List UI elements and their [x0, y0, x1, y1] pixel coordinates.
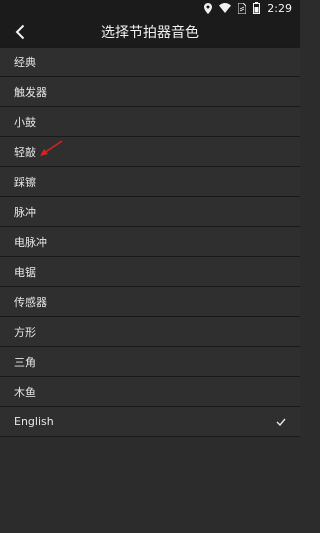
sound-option-8[interactable]: 传感器: [0, 287, 300, 317]
app-toolbar: 选择节拍器音色: [0, 16, 300, 47]
sound-option-label: English: [14, 415, 54, 428]
checkmark-icon: [276, 418, 286, 426]
sound-option-0[interactable]: 经典: [0, 47, 300, 77]
page-title: 选择节拍器音色: [101, 24, 199, 41]
sound-option-3[interactable]: 轻敲: [0, 137, 300, 167]
sound-option-label: 脉冲: [14, 205, 36, 219]
sound-option-label: 踩镲: [14, 175, 36, 189]
sound-option-12[interactable]: English: [0, 407, 300, 437]
sound-option-label: 方形: [14, 325, 36, 339]
location-icon: [204, 2, 213, 14]
sound-list: 经典触发器小鼓轻敲踩镲脉冲电脉冲电锯传感器方形三角木鱼 English: [0, 47, 300, 437]
sound-option-2[interactable]: 小鼓: [0, 107, 300, 137]
sound-option-label: 电脉冲: [14, 235, 47, 249]
status-time: 2:29: [267, 1, 292, 15]
sound-option-label: 三角: [14, 355, 36, 369]
sound-option-7[interactable]: 电锯: [0, 257, 300, 287]
status-bar: 2:29: [0, 0, 300, 16]
chevron-left-icon: [15, 24, 25, 39]
sound-option-label: 触发器: [14, 85, 47, 99]
sound-option-label: 传感器: [14, 295, 47, 309]
sound-option-11[interactable]: 木鱼: [0, 377, 300, 407]
sound-option-9[interactable]: 方形: [0, 317, 300, 347]
sim-icon: [238, 2, 247, 14]
sound-option-label: 小鼓: [14, 115, 36, 129]
back-button[interactable]: [0, 16, 40, 47]
sound-option-label: 木鱼: [14, 385, 36, 399]
wifi-icon: [219, 3, 232, 13]
sound-option-6[interactable]: 电脉冲: [0, 227, 300, 257]
sound-option-4[interactable]: 踩镲: [0, 167, 300, 197]
battery-icon: [253, 2, 261, 14]
sound-option-1[interactable]: 触发器: [0, 77, 300, 107]
sound-option-label: 轻敲: [14, 145, 36, 159]
sound-option-10[interactable]: 三角: [0, 347, 300, 377]
sound-option-label: 经典: [14, 56, 36, 69]
sound-option-label: 电锯: [14, 265, 36, 279]
sound-option-5[interactable]: 脉冲: [0, 197, 300, 227]
